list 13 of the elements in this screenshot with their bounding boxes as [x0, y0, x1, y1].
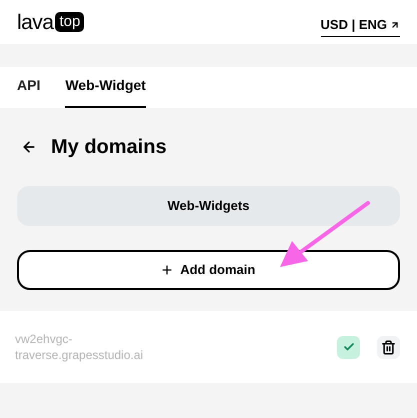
add-domain-button[interactable]: + Add domain [17, 250, 400, 290]
logo-word: lava [17, 12, 54, 32]
delete-button[interactable] [377, 336, 400, 358]
page-title: My domains [51, 135, 167, 160]
locale-link[interactable]: USD | ENG [320, 14, 400, 38]
tab[interactable]: Web-Widget [65, 75, 146, 108]
external-link-icon [390, 20, 400, 30]
back-icon[interactable] [21, 139, 37, 155]
logo-badge: top [55, 12, 84, 32]
tab[interactable]: API [17, 75, 40, 108]
segment-tab[interactable]: Web-Widgets [17, 186, 400, 226]
trash-icon [381, 340, 396, 354]
domain-name: vw2ehvgc-traverse.grapesstudio.ai [15, 331, 144, 363]
